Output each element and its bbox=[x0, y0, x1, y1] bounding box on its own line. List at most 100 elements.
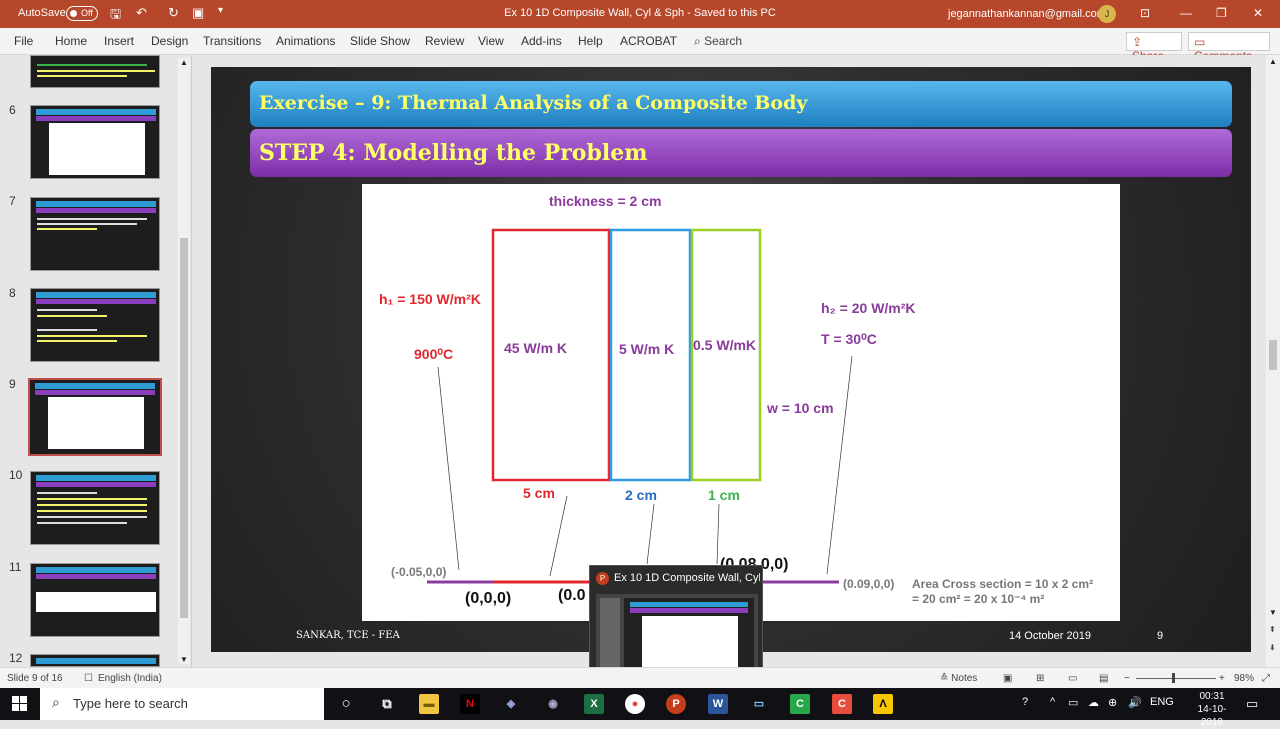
slide-thumbnail-10[interactable] bbox=[30, 471, 160, 545]
length-label-3: 1 cm bbox=[708, 487, 740, 503]
tab-slide-show[interactable]: Slide Show bbox=[350, 34, 410, 48]
tab-home[interactable]: Home bbox=[55, 34, 87, 48]
slideshow-view-icon[interactable]: ▤ bbox=[1099, 673, 1108, 684]
footer-date: 14 October 2019 bbox=[1009, 630, 1091, 642]
tab-review[interactable]: Review bbox=[425, 34, 464, 48]
tab-file[interactable]: File bbox=[14, 34, 33, 48]
language-indicator[interactable]: English (India) bbox=[98, 673, 162, 684]
tab-insert[interactable]: Insert bbox=[104, 34, 134, 48]
h2-label: h₂ = 20 W/m²K bbox=[821, 300, 916, 316]
slide-number: 6 bbox=[9, 103, 16, 117]
title-bar: AutoSave Off 🖫 ↶ ↻ ▣ ▾ Ex 10 1D Composit… bbox=[0, 0, 1280, 28]
app-icon[interactable]: ◈ bbox=[501, 694, 521, 714]
onedrive-icon[interactable]: ☁ bbox=[1088, 696, 1099, 709]
tab-view[interactable]: View bbox=[478, 34, 504, 48]
step-title: STEP 4: Modelling the Problem bbox=[259, 140, 648, 166]
notes-button[interactable]: ≙ Notes bbox=[940, 673, 977, 684]
tab-animations[interactable]: Animations bbox=[276, 34, 335, 48]
restore-icon[interactable]: ❐ bbox=[1216, 6, 1227, 20]
taskbar-clock[interactable]: 00:31 14-10-2019 bbox=[1188, 690, 1236, 729]
composite-wall-figure[interactable]: thickness = 2 cm h₁ = 150 W/m²K 900⁰C 45… bbox=[362, 184, 1120, 621]
slide-thumbnail-5[interactable] bbox=[30, 55, 160, 88]
leader-line-len2 bbox=[646, 503, 655, 565]
slide-thumbnail-11[interactable] bbox=[30, 563, 160, 637]
chrome-icon[interactable]: ● bbox=[625, 694, 645, 714]
slide-thumbnail-9[interactable] bbox=[28, 378, 162, 456]
taskbar-search-placeholder: Type here to search bbox=[73, 696, 188, 711]
comments-button[interactable]: ▭ Comments bbox=[1188, 32, 1270, 63]
ribbon-display-icon[interactable]: ⊡ bbox=[1140, 6, 1150, 20]
notes-label: Notes bbox=[951, 673, 978, 684]
clock-time: 00:31 bbox=[1199, 691, 1225, 702]
scrollbar-thumb[interactable] bbox=[180, 238, 188, 618]
search-icon: ⌕ bbox=[694, 34, 701, 48]
spellcheck-icon[interactable]: ☐ bbox=[84, 673, 93, 684]
close-icon[interactable]: ✕ bbox=[1253, 6, 1263, 20]
scrollbar-thumb[interactable] bbox=[1269, 340, 1277, 370]
input-language[interactable]: ENG bbox=[1150, 696, 1174, 708]
minimize-icon[interactable]: — bbox=[1180, 6, 1192, 20]
slide-thumbnail-8[interactable] bbox=[30, 288, 160, 362]
tab-add-ins[interactable]: Add-ins bbox=[521, 34, 562, 48]
title-banner[interactable]: Exercise – 9: Thermal Analysis of a Comp… bbox=[250, 81, 1232, 127]
scroll-up-icon[interactable]: ▲ bbox=[1269, 57, 1277, 66]
tab-acrobat[interactable]: ACROBAT bbox=[620, 34, 677, 48]
slide-thumbnail-12[interactable] bbox=[30, 654, 160, 667]
slide-thumbnail-pane: 6 7 8 9 10 11 12 bbox=[0, 55, 192, 667]
share-button[interactable]: ⇪ Share bbox=[1126, 32, 1182, 63]
tray-overflow-icon[interactable]: ^ bbox=[1050, 696, 1055, 708]
ansys-icon[interactable]: Λ bbox=[873, 694, 893, 714]
task-view-icon[interactable]: ⧉ bbox=[377, 694, 397, 714]
zoom-level[interactable]: 98% bbox=[1234, 673, 1254, 684]
camtasia-recorder-icon[interactable]: C bbox=[832, 694, 852, 714]
app-icon[interactable]: ▭ bbox=[749, 694, 769, 714]
ribbon-search[interactable]: ⌕ Search bbox=[694, 34, 742, 49]
cortana-icon[interactable]: ○ bbox=[336, 694, 356, 714]
length-label-1: 5 cm bbox=[523, 485, 555, 501]
camtasia-icon[interactable]: C bbox=[790, 694, 810, 714]
leader-line-len1 bbox=[549, 495, 568, 577]
normal-view-icon[interactable]: ▣ bbox=[1003, 673, 1012, 684]
slide-thumbnail-7[interactable] bbox=[30, 197, 160, 271]
user-email[interactable]: jegannathankannan@gmail.com bbox=[948, 8, 1106, 20]
tab-transitions[interactable]: Transitions bbox=[203, 34, 261, 48]
previous-slide-icon[interactable]: ⇞ bbox=[1269, 625, 1276, 634]
word-icon[interactable]: W bbox=[708, 694, 728, 714]
tab-design[interactable]: Design bbox=[151, 34, 188, 48]
avatar[interactable]: J bbox=[1098, 5, 1116, 23]
netflix-icon[interactable]: N bbox=[460, 694, 480, 714]
zoom-out-icon[interactable]: − bbox=[1124, 673, 1130, 684]
windows-start-icon[interactable] bbox=[12, 696, 28, 712]
slide-number: 8 bbox=[9, 286, 16, 300]
area-line-1: Area Cross section = 10 x 2 cm² bbox=[912, 577, 1094, 591]
file-explorer-icon[interactable]: ▬ bbox=[419, 694, 439, 714]
fit-slide-icon[interactable]: ⤢ bbox=[1262, 673, 1270, 684]
powerpoint-icon[interactable]: P bbox=[666, 694, 686, 714]
scroll-down-icon[interactable]: ▼ bbox=[180, 655, 188, 664]
clock-date: 14-10-2019 bbox=[1197, 704, 1227, 728]
volume-icon[interactable]: 🔊 bbox=[1128, 696, 1142, 709]
comment-icon: ▭ bbox=[1194, 35, 1206, 49]
zoom-slider[interactable] bbox=[1136, 678, 1216, 679]
tab-help[interactable]: Help bbox=[578, 34, 603, 48]
reading-view-icon[interactable]: ▭ bbox=[1068, 673, 1077, 684]
app-icon[interactable]: ◉ bbox=[543, 694, 563, 714]
step-banner[interactable]: STEP 4: Modelling the Problem bbox=[250, 129, 1232, 177]
taskbar-search-input[interactable]: ⌕ Type here to search bbox=[40, 688, 324, 720]
slide-scrollbar[interactable]: ▲ ▼ ⇞ ⇟ bbox=[1266, 55, 1280, 667]
slide-thumbnail-6[interactable] bbox=[30, 105, 160, 179]
zoom-slider-thumb[interactable] bbox=[1172, 673, 1175, 683]
slide-sorter-icon[interactable]: ⊞ bbox=[1036, 673, 1044, 684]
scroll-down-icon[interactable]: ▼ bbox=[1269, 608, 1277, 617]
thumbnail-scrollbar[interactable]: ▲ ▼ bbox=[178, 58, 190, 664]
battery-icon[interactable]: ▭ bbox=[1068, 696, 1078, 709]
slide-number: 11 bbox=[9, 560, 22, 574]
zoom-in-icon[interactable]: + bbox=[1219, 673, 1225, 684]
help-icon[interactable]: ? bbox=[1022, 696, 1028, 708]
scroll-up-icon[interactable]: ▲ bbox=[180, 58, 188, 67]
network-icon[interactable]: ⊕ bbox=[1108, 696, 1117, 709]
excel-icon[interactable]: X bbox=[584, 694, 604, 714]
next-slide-icon[interactable]: ⇟ bbox=[1269, 643, 1276, 652]
k1-label: 45 W/m K bbox=[504, 340, 568, 356]
notification-icon[interactable]: ▭ bbox=[1246, 696, 1258, 712]
